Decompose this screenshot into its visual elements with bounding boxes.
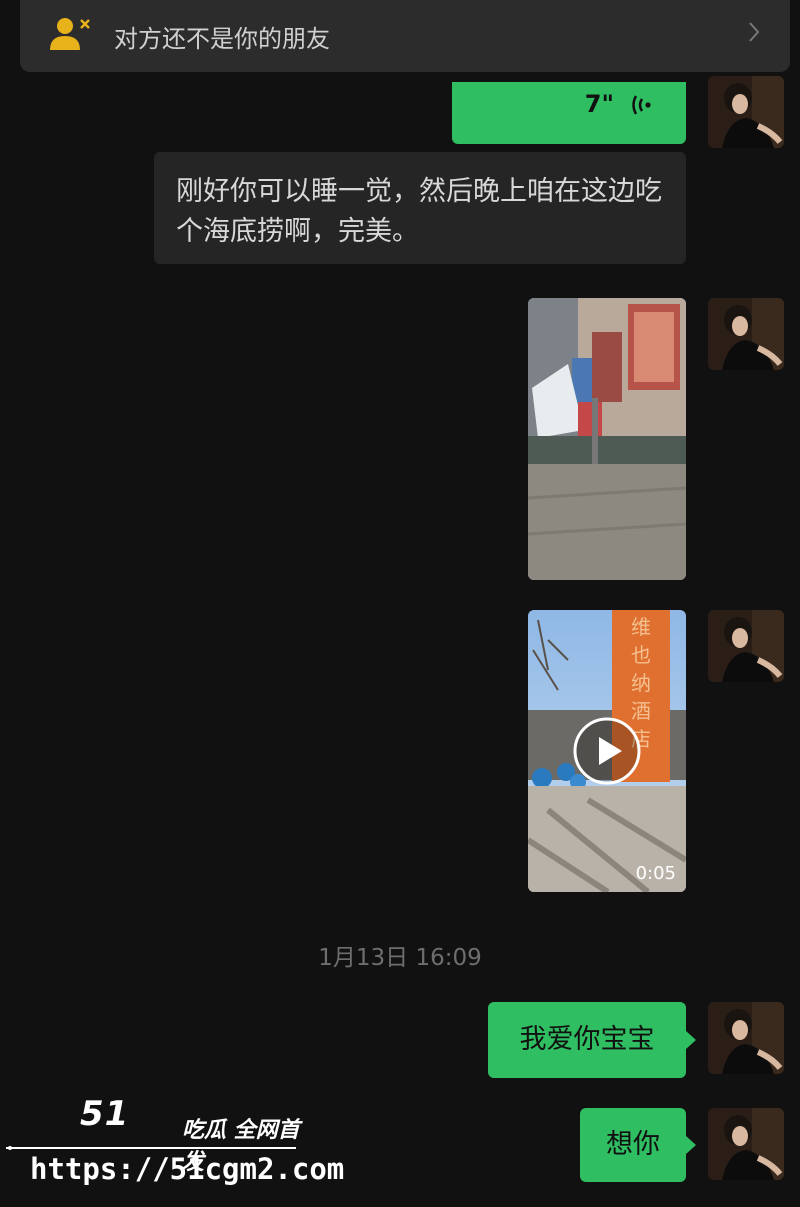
watermark-logo: 51 <box>80 1094 130 1134</box>
voice-duration: 7" <box>584 90 614 118</box>
sent-text-bubble[interactable]: 我爱你宝宝 <box>488 1002 696 1078</box>
timestamp: 1月13日 16:09 <box>318 945 482 971</box>
video-message[interactable]: 维 也 纳 酒 店 0:05 <box>528 610 686 892</box>
avatar[interactable] <box>708 1108 784 1180</box>
svg-text:维: 维 <box>631 615 651 639</box>
sent-text: 想你 <box>606 1129 660 1160</box>
not-friend-banner[interactable]: 对方还不是你的朋友 <box>20 0 790 72</box>
banner-text: 对方还不是你的朋友 <box>114 25 330 53</box>
video-duration: 0:05 <box>635 863 676 884</box>
avatar[interactable] <box>708 1002 784 1074</box>
svg-text:纳: 纳 <box>631 671 651 695</box>
sent-text: 我爱你宝宝 <box>519 1024 655 1055</box>
received-text: 刚好你可以睡一觉，然后晚上咱在这边吃个海底捞啊，完美。 <box>176 176 662 247</box>
bubble-tail <box>686 1136 696 1154</box>
image-message[interactable] <box>528 298 686 580</box>
avatar[interactable] <box>708 298 784 370</box>
avatar[interactable] <box>708 76 784 148</box>
svg-text:也: 也 <box>631 643 651 667</box>
voice-wave-icon <box>632 95 651 115</box>
sent-text-bubble[interactable]: 想你 <box>580 1108 696 1182</box>
photo-thumbnail <box>528 298 686 580</box>
watermark: 51 吃瓜 全网首发 https://51cgm2.com <box>0 1090 344 1200</box>
avatar[interactable] <box>708 610 784 682</box>
chevron-right-icon[interactable] <box>744 19 764 45</box>
watermark-url: https://51cgm2.com <box>30 1152 345 1186</box>
received-text-bubble[interactable]: 刚好你可以睡一觉，然后晚上咱在这边吃个海底捞啊，完美。 <box>154 152 686 264</box>
person-blocked-icon <box>50 18 90 50</box>
bubble-tail <box>686 1031 696 1049</box>
circuit-line-icon <box>6 1146 296 1150</box>
voice-message-bubble[interactable]: 7" <box>452 82 686 144</box>
play-icon[interactable] <box>572 716 642 786</box>
